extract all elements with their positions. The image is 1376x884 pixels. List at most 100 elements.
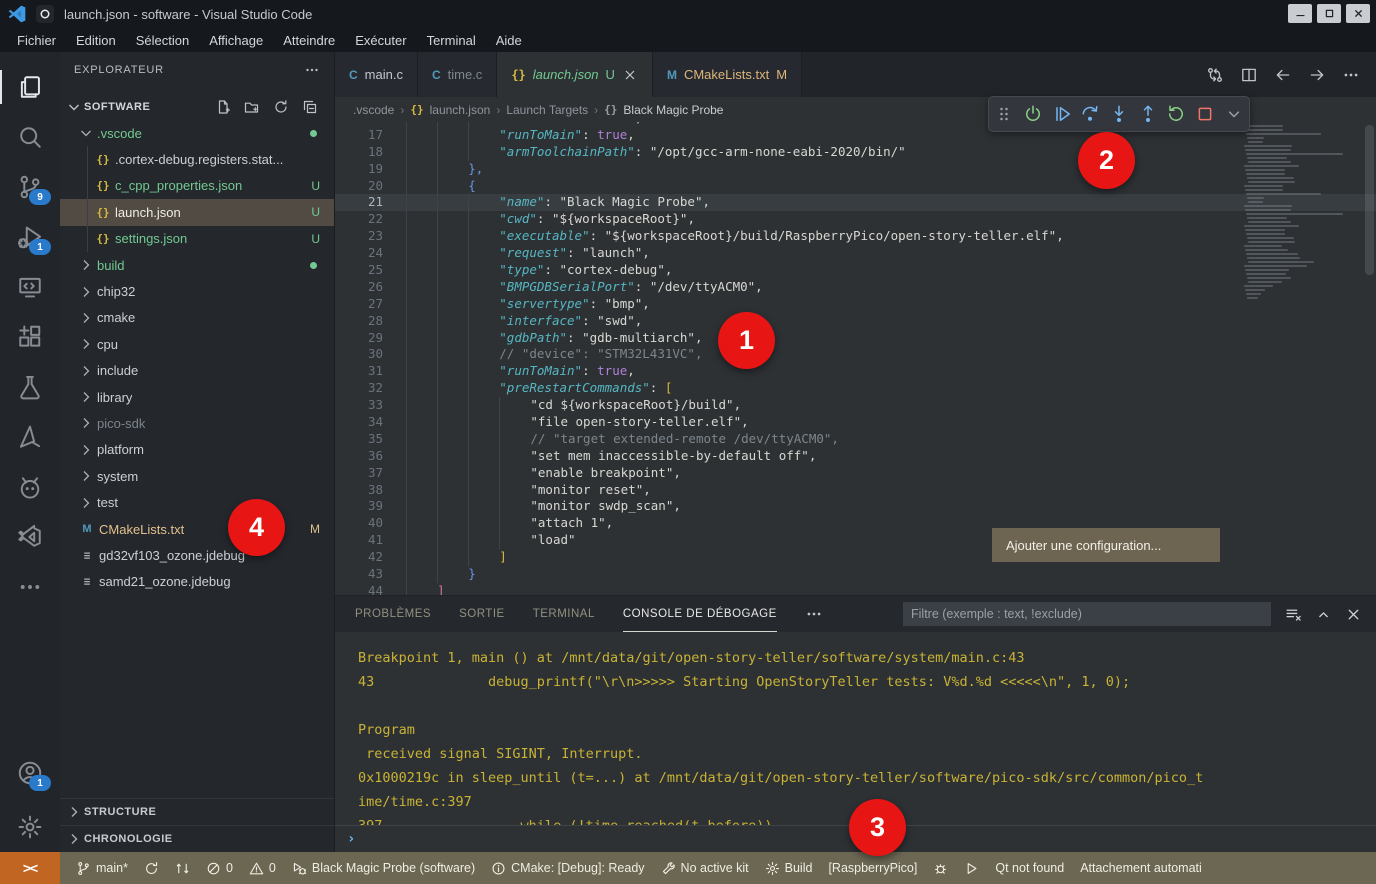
arrow-left-icon[interactable] — [1274, 66, 1292, 84]
breadcrumb-item[interactable]: .vscode — [353, 103, 394, 117]
split-editor-icon[interactable] — [1240, 66, 1258, 84]
line-number[interactable]: 26 — [353, 279, 383, 296]
code-line[interactable]: 31"runToMain": true, — [335, 363, 1376, 380]
menu-aide[interactable]: Aide — [487, 31, 531, 50]
more-h-icon[interactable] — [1342, 66, 1360, 84]
panel-tab-terminal[interactable]: TERMINAL — [533, 596, 595, 632]
line-number[interactable]: 24 — [353, 245, 383, 262]
activity-more-views[interactable] — [0, 562, 60, 612]
line-number[interactable]: 30 — [353, 346, 383, 363]
tree-item-cmakelists-txt[interactable]: MCMakeLists.txtM — [60, 516, 334, 542]
line-number[interactable]: 38 — [353, 482, 383, 499]
activity-cmake[interactable] — [0, 412, 60, 462]
code-editor[interactable]: 16"interface": "swd",17"runToMain": true… — [335, 122, 1376, 596]
activity-platformio[interactable] — [0, 462, 60, 512]
section-structure[interactable]: STRUCTURE — [60, 798, 334, 825]
new-file-icon[interactable] — [215, 99, 231, 115]
tree-item--cortex-debug-registers-stat-[interactable]: {}.cortex-debug.registers.stat... — [60, 146, 334, 172]
tree-item-platform[interactable]: platform — [60, 437, 334, 463]
line-number[interactable]: 25 — [353, 262, 383, 279]
line-number[interactable]: 41 — [353, 532, 383, 549]
debug-stop-button[interactable] — [1194, 102, 1217, 126]
line-number[interactable]: 32 — [353, 380, 383, 397]
line-number[interactable]: 21 — [353, 194, 383, 211]
line-number[interactable]: 18 — [353, 144, 383, 161]
status-compare[interactable] — [175, 861, 190, 876]
close-icon[interactable] — [622, 67, 638, 83]
panel-more-icon[interactable] — [805, 605, 823, 623]
clear-console-icon[interactable] — [1285, 606, 1302, 623]
breadcrumb-item[interactable]: Black Magic Probe — [623, 103, 723, 117]
project-section-header[interactable]: SOFTWARE — [60, 95, 334, 119]
close-icon[interactable] — [1345, 606, 1362, 623]
line-number[interactable]: 22 — [353, 211, 383, 228]
status-cmake-debug-ready[interactable]: CMake: [Debug]: Ready — [491, 861, 644, 876]
tree-item-chip32[interactable]: chip32 — [60, 278, 334, 304]
collapse-all-icon[interactable] — [302, 99, 318, 115]
tree-item-system[interactable]: system — [60, 463, 334, 489]
code-line[interactable]: 36"set mem inaccessible-by-default off", — [335, 448, 1376, 465]
code-line[interactable]: 30// "device": "STM32L431VC", — [335, 346, 1376, 363]
status-black-magic-probe-software-[interactable]: Black Magic Probe (software) — [292, 861, 475, 876]
code-line[interactable]: 27"servertype": "bmp", — [335, 296, 1376, 313]
code-line[interactable]: 34"file open-story-teller.elf", — [335, 414, 1376, 431]
line-number[interactable]: 36 — [353, 448, 383, 465]
section-timeline[interactable]: CHRONOLOGIE — [60, 825, 334, 852]
tree-item--vscode[interactable]: .vscode — [60, 120, 334, 146]
tree-item-launch-json[interactable]: {}launch.jsonU — [60, 199, 334, 225]
editor-scrollbar[interactable] — [1365, 125, 1374, 275]
code-line[interactable]: 18"armToolchainPath": "/opt/gcc-arm-none… — [335, 144, 1376, 161]
breadcrumb-item[interactable]: Launch Targets — [506, 103, 588, 117]
line-number[interactable]: 27 — [353, 296, 383, 313]
code-line[interactable]: 37"enable breakpoint", — [335, 465, 1376, 482]
code-line[interactable]: 22"cwd": "${workspaceRoot}", — [335, 211, 1376, 228]
activity-run-and-debug[interactable]: 1 — [0, 212, 60, 262]
status-bug[interactable] — [933, 861, 948, 876]
line-number[interactable]: 31 — [353, 363, 383, 380]
tree-item-gd32vf103-ozone-jdebug[interactable]: ≡gd32vf103_ozone.jdebug — [60, 542, 334, 568]
debug-restart-button[interactable] — [1165, 102, 1188, 126]
refresh-icon[interactable] — [273, 99, 289, 115]
activity-source-control[interactable]: 9 — [0, 162, 60, 212]
code-line[interactable]: 35// "target extended-remote /dev/ttyACM… — [335, 431, 1376, 448]
debug-grip-button[interactable] — [993, 102, 1016, 126]
line-number[interactable]: 20 — [353, 178, 383, 195]
activity-extensions[interactable] — [0, 312, 60, 362]
tree-item-include[interactable]: include — [60, 358, 334, 384]
activity-accounts[interactable]: 1 — [0, 748, 60, 798]
maximize-button[interactable] — [1317, 4, 1341, 23]
code-line[interactable]: 39"monitor swdp_scan", — [335, 498, 1376, 515]
status-build[interactable]: Build — [765, 861, 813, 876]
panel-tab-console-de-d-bogage[interactable]: CONSOLE DE DÉBOGAGE — [623, 596, 777, 632]
code-line[interactable]: 33"cd ${workspaceRoot}/build", — [335, 397, 1376, 414]
menu-terminal[interactable]: Terminal — [418, 31, 485, 50]
code-line[interactable]: 43} — [335, 566, 1376, 583]
tree-item-settings-json[interactable]: {}settings.jsonU — [60, 226, 334, 252]
tree-item-samd21-ozone-jdebug[interactable]: ≡samd21_ozone.jdebug — [60, 569, 334, 595]
code-line[interactable]: 32"preRestartCommands": [ — [335, 380, 1376, 397]
explorer-more-icon[interactable] — [304, 62, 320, 78]
chev-up-icon[interactable] — [1315, 606, 1332, 623]
debug-continue-button[interactable] — [1050, 102, 1073, 126]
status-qt-not-found[interactable]: Qt not found — [995, 861, 1064, 875]
code-line[interactable]: 19}, — [335, 161, 1376, 178]
arrow-right-icon[interactable] — [1308, 66, 1326, 84]
code-line[interactable]: 20{ — [335, 178, 1376, 195]
tree-item-test[interactable]: test — [60, 489, 334, 515]
line-number[interactable]: 43 — [353, 566, 383, 583]
debug-chev-down-button[interactable] — [1222, 102, 1245, 126]
status-main-[interactable]: main* — [76, 861, 128, 876]
menu-fichier[interactable]: Fichier — [8, 31, 65, 50]
line-number[interactable]: 39 — [353, 498, 383, 515]
open-changes-icon[interactable] — [1206, 66, 1224, 84]
tree-item-c-cpp-properties-json[interactable]: {}c_cpp_properties.jsonU — [60, 173, 334, 199]
line-number[interactable]: 40 — [353, 515, 383, 532]
code-line[interactable]: 21"name": "Black Magic Probe", — [335, 194, 1376, 211]
line-number[interactable]: 17 — [353, 127, 383, 144]
tab-time-c[interactable]: Ctime.c — [418, 52, 497, 97]
line-number[interactable]: 29 — [353, 330, 383, 347]
code-line[interactable]: 25"type": "cortex-debug", — [335, 262, 1376, 279]
activity-search[interactable] — [0, 112, 60, 162]
remote-indicator[interactable]: >< — [0, 852, 60, 884]
minimize-button[interactable] — [1288, 4, 1312, 23]
